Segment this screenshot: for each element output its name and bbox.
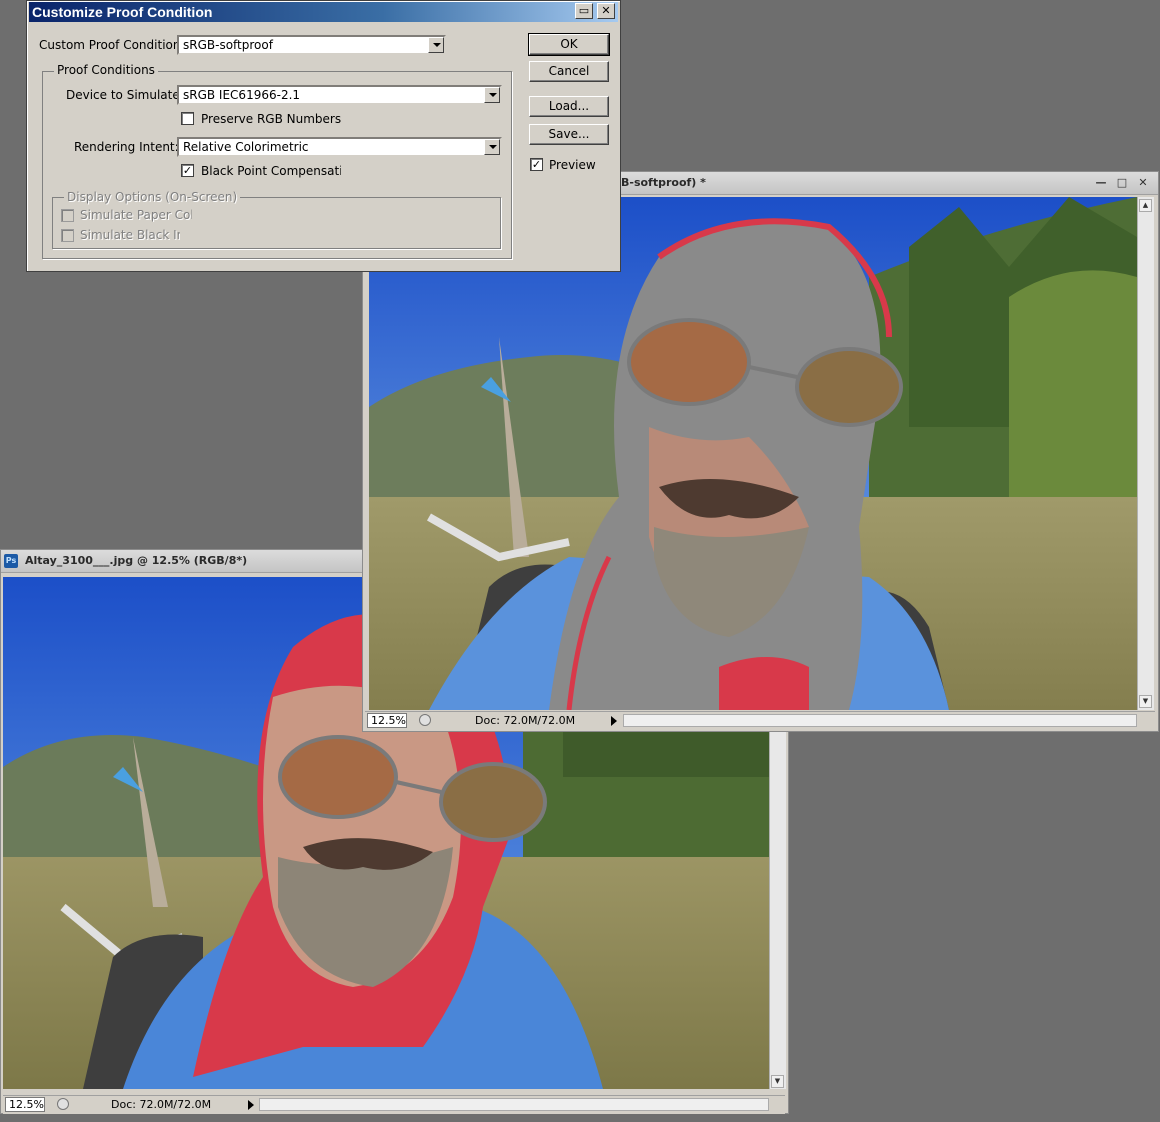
simulate-paper-color-label: Simulate Paper Color [80, 208, 192, 222]
status-options-icon[interactable] [419, 714, 431, 726]
ok-button[interactable]: OK [528, 33, 610, 56]
scroll-down-arrow-icon[interactable]: ▼ [1139, 695, 1152, 708]
simulate-black-ink-label: Simulate Black Ink [80, 228, 180, 242]
horizontal-scrollbar[interactable] [259, 1098, 769, 1111]
doc-size-info: Doc: 72.0M/72.0M [475, 714, 576, 727]
rendering-intent-value: Relative Colorimetric [183, 140, 309, 154]
chevron-down-icon[interactable] [428, 37, 444, 53]
black-point-compensation-label[interactable]: Black Point Compensation [201, 164, 341, 178]
preserve-rgb-numbers-label[interactable]: Preserve RGB Numbers [201, 112, 341, 126]
minimize-icon[interactable]: — [1093, 172, 1109, 194]
preview-label[interactable]: Preview [549, 158, 596, 172]
status-options-icon[interactable] [57, 1098, 69, 1110]
restore-icon[interactable]: □ [1114, 172, 1130, 194]
simulate-black-ink-checkbox[interactable] [61, 229, 74, 242]
scroll-down-arrow-icon[interactable]: ▼ [771, 1075, 784, 1088]
device-to-simulate-label: Device to Simulate: [66, 88, 184, 102]
close-icon[interactable]: ✕ [597, 3, 615, 19]
vertical-scrollbar[interactable]: ▲ ▼ [1137, 197, 1154, 710]
scroll-up-arrow-icon[interactable]: ▲ [1139, 199, 1152, 212]
status-menu-arrow-icon[interactable] [611, 716, 617, 726]
preview-checkbox[interactable]: ✓ [530, 158, 543, 171]
close-icon[interactable]: ✕ [1135, 172, 1151, 194]
status-bar: 12.5% Doc: 72.0M/72.0M [3, 1095, 785, 1114]
device-to-simulate-value: sRGB IEC61966-2.1 [183, 88, 301, 102]
portrait-photo-gamut-warning [369, 197, 1137, 710]
save-button[interactable]: Save... [529, 124, 609, 145]
doc-size-info: Doc: 72.0M/72.0M [111, 1098, 212, 1111]
simulate-paper-color-checkbox[interactable] [61, 209, 74, 222]
photoshop-app-icon: Ps [4, 554, 18, 568]
display-options-label: Display Options (On-Screen) [64, 190, 241, 204]
chevron-down-icon[interactable] [484, 87, 500, 103]
chevron-down-icon[interactable] [484, 139, 500, 155]
dialog-title: Customize Proof Condition [32, 4, 213, 20]
custom-proof-condition-label: Custom Proof Condition: [39, 38, 185, 52]
document-title: Altay_3100___.jpg @ 12.5% (RGB/8*) [25, 554, 248, 567]
zoom-level-field[interactable]: 12.5% [367, 713, 407, 728]
customize-proof-condition-dialog[interactable]: Customize Proof Condition ▭ ✕ Custom Pro… [26, 0, 621, 272]
cancel-button[interactable]: Cancel [529, 61, 609, 82]
status-menu-arrow-icon[interactable] [248, 1100, 254, 1110]
dialog-title-bar[interactable]: Customize Proof Condition [29, 2, 618, 22]
maximize-icon[interactable]: ▭ [575, 3, 593, 19]
rendering-intent-select[interactable]: Relative Colorimetric [177, 137, 502, 157]
status-bar: 12.5% Doc: 72.0M/72.0M [365, 711, 1155, 730]
document-title: B-softproof) * [621, 176, 706, 189]
preserve-rgb-numbers-checkbox[interactable] [181, 112, 194, 125]
horizontal-scrollbar[interactable] [623, 714, 1137, 727]
custom-proof-condition-select[interactable]: sRGB-softproof [177, 35, 446, 55]
black-point-compensation-checkbox[interactable]: ✓ [181, 164, 194, 177]
custom-proof-condition-value: sRGB-softproof [183, 38, 273, 52]
rendering-intent-label: Rendering Intent: [74, 140, 179, 154]
proof-conditions-label: Proof Conditions [54, 63, 158, 77]
image-canvas-softproof[interactable] [369, 197, 1137, 710]
device-to-simulate-select[interactable]: sRGB IEC61966-2.1 [177, 85, 502, 105]
load-button[interactable]: Load... [529, 96, 609, 117]
zoom-level-field[interactable]: 12.5% [5, 1097, 45, 1112]
